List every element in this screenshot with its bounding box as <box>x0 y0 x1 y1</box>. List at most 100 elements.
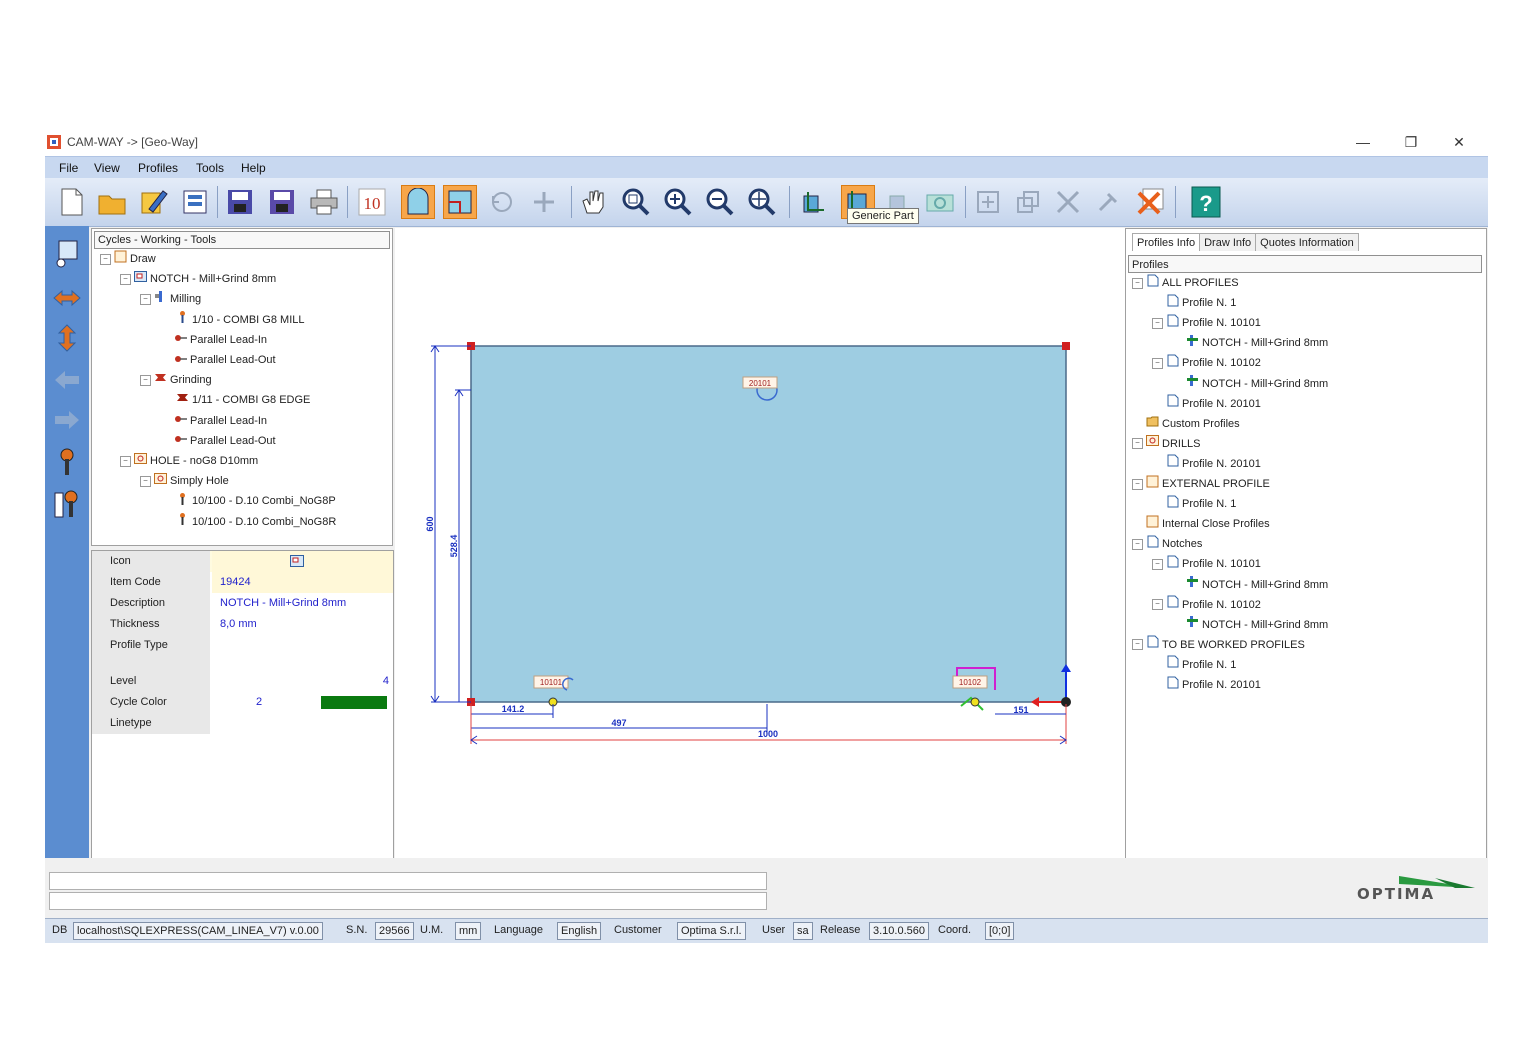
drawing-canvas[interactable]: 20101 10101 10102 600 528.4 141.2 497 10… <box>395 228 1125 858</box>
profiles-tree-item[interactable]: Profile N. 1 <box>1166 495 1236 513</box>
profiles-tree-item[interactable]: NOTCH - Mill+Grind 8mm <box>1186 576 1328 594</box>
expand-toggle-icon[interactable]: − <box>1152 599 1163 611</box>
expand-toggle-icon[interactable]: − <box>120 455 131 467</box>
expand-toggle-icon[interactable]: − <box>1132 639 1143 651</box>
profiles-tree-item[interactable]: Profile N. 1 <box>1166 294 1236 312</box>
cycle-select-icon[interactable] <box>51 238 83 270</box>
insert-button[interactable] <box>971 185 1005 219</box>
tab-profiles-info[interactable]: Profiles Info <box>1132 233 1201 251</box>
edge-view-button[interactable] <box>443 185 477 219</box>
save-as-button[interactable] <box>265 185 299 219</box>
cycles-tree-item[interactable]: 10/100 - D.10 Combi_NoG8P <box>176 492 336 510</box>
move-left-icon[interactable] <box>51 364 83 396</box>
zoom-in-icon[interactable] <box>661 185 695 219</box>
prop-row-description[interactable]: Description NOTCH - Mill+Grind 8mm <box>92 593 393 614</box>
expand-toggle-icon[interactable]: − <box>140 374 151 386</box>
minimize-button[interactable]: — <box>1350 132 1376 152</box>
cycle-color-swatch[interactable] <box>321 696 387 709</box>
tool-settings-button[interactable] <box>1091 185 1125 219</box>
menu-profiles[interactable]: Profiles <box>138 161 178 175</box>
tool-icon[interactable] <box>51 446 83 478</box>
transform-button[interactable] <box>527 185 561 219</box>
cycles-tree-item[interactable]: Parallel Lead-In <box>174 412 267 430</box>
move-vertical-icon[interactable] <box>51 322 83 354</box>
corner-marker[interactable] <box>1062 342 1070 350</box>
profiles-tree-item[interactable]: − ALL PROFILES <box>1132 274 1239 292</box>
cut-button[interactable] <box>1051 185 1085 219</box>
profiles-tree-item[interactable]: − Profile N. 10102 <box>1152 354 1261 372</box>
prop-row-item-code[interactable]: Item Code 19424 <box>92 572 393 593</box>
profiles-tree-item[interactable]: Profile N. 20101 <box>1166 676 1261 694</box>
expand-toggle-icon[interactable]: − <box>140 293 151 305</box>
cycles-tree-item[interactable]: 1/10 - COMBI G8 MILL <box>176 311 304 329</box>
expand-toggle-icon[interactable]: − <box>1152 357 1163 369</box>
cycles-tree-item[interactable]: Parallel Lead-In <box>174 331 267 349</box>
profiles-tree-item[interactable]: Internal Close Profiles <box>1146 515 1270 533</box>
menu-view[interactable]: View <box>94 161 120 175</box>
prop-row-linetype[interactable]: Linetype <box>92 713 393 734</box>
profiles-tree-item[interactable]: NOTCH - Mill+Grind 8mm <box>1186 334 1328 352</box>
shape-view-button[interactable] <box>401 185 435 219</box>
expand-toggle-icon[interactable]: − <box>1152 317 1163 329</box>
copy-button[interactable] <box>1011 185 1045 219</box>
profiles-tree-item[interactable]: Profile N. 20101 <box>1166 394 1261 413</box>
expand-toggle-icon[interactable]: − <box>120 273 131 285</box>
profiles-tree-item[interactable]: − Profile N. 10101 <box>1152 314 1261 332</box>
cycles-tree-item[interactable]: − Simply Hole <box>140 472 229 490</box>
expand-toggle-icon[interactable]: − <box>1132 538 1143 550</box>
profiles-tree-item[interactable]: − EXTERNAL PROFILE <box>1132 475 1270 493</box>
cycles-tree-item[interactable]: − NOTCH - Mill+Grind 8mm <box>120 270 276 288</box>
tool-list-icon[interactable] <box>51 488 83 520</box>
edit-pencil-button[interactable] <box>137 185 171 219</box>
cycles-tree-item[interactable]: − HOLE - noG8 D10mm <box>120 452 258 470</box>
cycles-tree-item[interactable]: − Draw <box>100 250 156 268</box>
log-box-2[interactable] <box>49 892 767 910</box>
profile-tool-button[interactable] <box>797 185 831 219</box>
profiles-tree-item[interactable]: − TO BE WORKED PROFILES <box>1132 635 1305 654</box>
cycles-tree-item[interactable]: − Milling <box>140 290 201 308</box>
expand-toggle-icon[interactable]: − <box>1132 438 1143 450</box>
new-file-button[interactable] <box>55 185 89 219</box>
save-button[interactable] <box>223 185 257 219</box>
drawing-svg[interactable]: 20101 10101 10102 600 528.4 141.2 497 10… <box>395 228 1125 858</box>
camera-button[interactable] <box>923 185 957 219</box>
cycles-tree-item[interactable]: Parallel Lead-Out <box>174 351 276 369</box>
cycles-tree-item[interactable]: − Grinding <box>140 371 212 389</box>
notch-right-start-point[interactable] <box>970 697 980 707</box>
export-button[interactable] <box>179 185 213 219</box>
expand-toggle-icon[interactable]: − <box>1132 478 1143 490</box>
profiles-tree-item[interactable]: NOTCH - Mill+Grind 8mm <box>1186 616 1328 634</box>
numbering-button[interactable]: 10 <box>355 185 389 219</box>
help-button[interactable]: ? <box>1189 185 1223 219</box>
undo-button[interactable] <box>485 185 519 219</box>
move-horizontal-icon[interactable] <box>51 282 83 314</box>
tab-draw-info[interactable]: Draw Info <box>1199 233 1257 251</box>
prop-row-icon[interactable]: Icon <box>92 551 393 572</box>
profiles-tree-item[interactable]: Custom Profiles <box>1146 415 1240 433</box>
log-box-1[interactable] <box>49 872 767 890</box>
cycles-tree-item[interactable]: Parallel Lead-Out <box>174 432 276 450</box>
move-right-icon[interactable] <box>51 404 83 436</box>
close-button[interactable]: ✕ <box>1446 132 1472 152</box>
prop-row-level[interactable]: Level 4 <box>92 671 393 692</box>
profiles-tree-item[interactable]: NOTCH - Mill+Grind 8mm <box>1186 375 1328 393</box>
tab-quotes-information[interactable]: Quotes Information <box>1255 233 1359 251</box>
maximize-button[interactable]: ❐ <box>1398 132 1424 152</box>
delete-button[interactable] <box>1133 185 1167 219</box>
cycles-tree-item[interactable]: 10/100 - D.10 Combi_NoG8R <box>176 513 336 531</box>
profiles-tree-item[interactable]: − DRILLS <box>1132 435 1201 453</box>
zoom-extents-icon[interactable] <box>745 185 779 219</box>
expand-toggle-icon[interactable]: − <box>140 475 151 487</box>
zoom-out-icon[interactable] <box>703 185 737 219</box>
profiles-tree-item[interactable]: Profile N. 1 <box>1166 655 1236 674</box>
print-button[interactable] <box>307 185 341 219</box>
expand-toggle-icon[interactable]: − <box>100 253 111 265</box>
menu-help[interactable]: Help <box>241 161 266 175</box>
expand-toggle-icon[interactable]: − <box>1132 277 1143 289</box>
prop-row-cycle-color[interactable]: Cycle Color 2 <box>92 692 393 713</box>
profiles-tree-item[interactable]: − Profile N. 10101 <box>1152 555 1261 573</box>
pan-hand-button[interactable] <box>577 185 611 219</box>
prop-row-thickness[interactable]: Thickness 8,0 mm <box>92 614 393 635</box>
prop-row-profile-type[interactable]: Profile Type <box>92 635 393 671</box>
zoom-window-icon[interactable] <box>619 185 653 219</box>
